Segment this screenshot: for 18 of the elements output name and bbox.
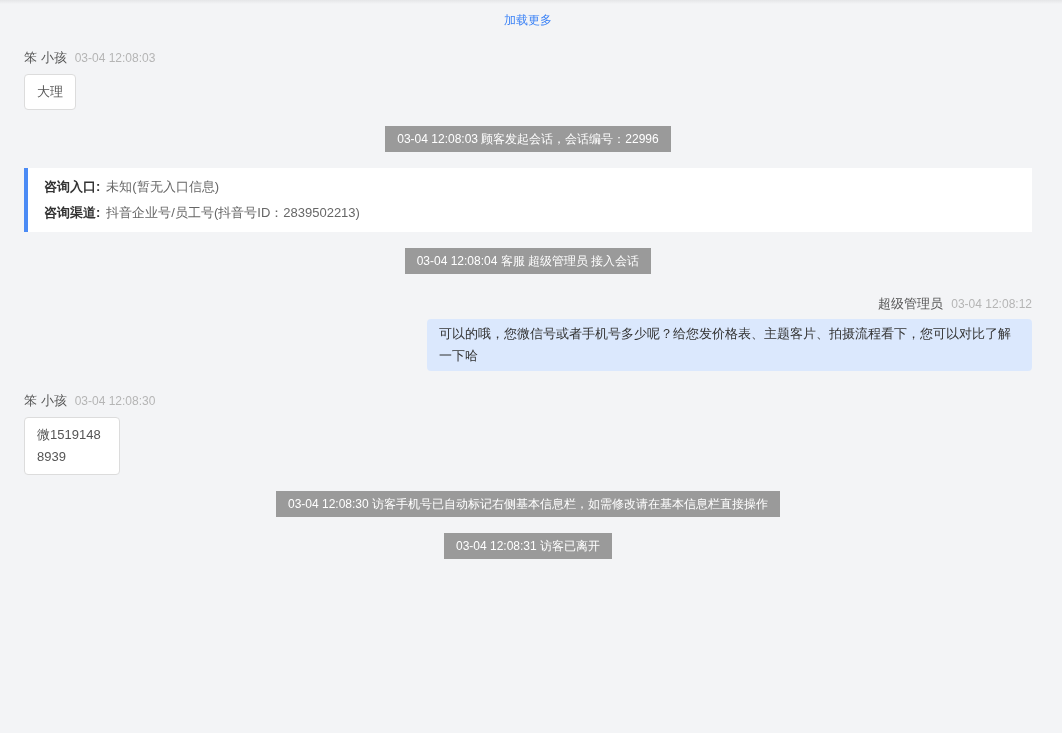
- sender-name: 超级管理员: [878, 294, 944, 313]
- system-notice: 03-04 12:08:30 访客手机号已自动标记右侧基本信息栏，如需修改请在基本信息栏直接操作: [275, 490, 781, 517]
- system-notice: 03-04 12:08:04 客服 超级管理员 接入会话: [404, 247, 652, 274]
- sender-name: 笨 小孩: [24, 392, 67, 410]
- message-time: 03-04 12:08:30: [74, 393, 156, 410]
- message-bubble: 可以的哦，您微信号或者手机号多少呢？给您发价格表、主题客片、拍摄流程看下，您可以对比了解一下哈: [427, 319, 1032, 371]
- info-label: 咨询入口:: [44, 177, 101, 196]
- message-bubble: 大理: [24, 73, 76, 110]
- system-notice: 03-04 12:08:03 顾客发起会话，会话编号：22996: [385, 125, 671, 152]
- load-more-link[interactable]: 加载更多: [504, 12, 552, 28]
- message-bubble: 微15191488939: [24, 416, 120, 475]
- message-time: 03-04 12:08:03: [74, 50, 156, 67]
- info-label: 咨询渠道:: [44, 203, 101, 222]
- system-notice: 03-04 12:08:31 访客已离开: [443, 532, 613, 559]
- sender-name: 笨 小孩: [24, 49, 67, 67]
- info-value: 抖音企业号/员工号(抖音号ID：2839502213): [106, 203, 360, 222]
- info-value: 未知(暂无入口信息): [106, 177, 219, 196]
- message-time: 03-04 12:08:12: [951, 295, 1032, 313]
